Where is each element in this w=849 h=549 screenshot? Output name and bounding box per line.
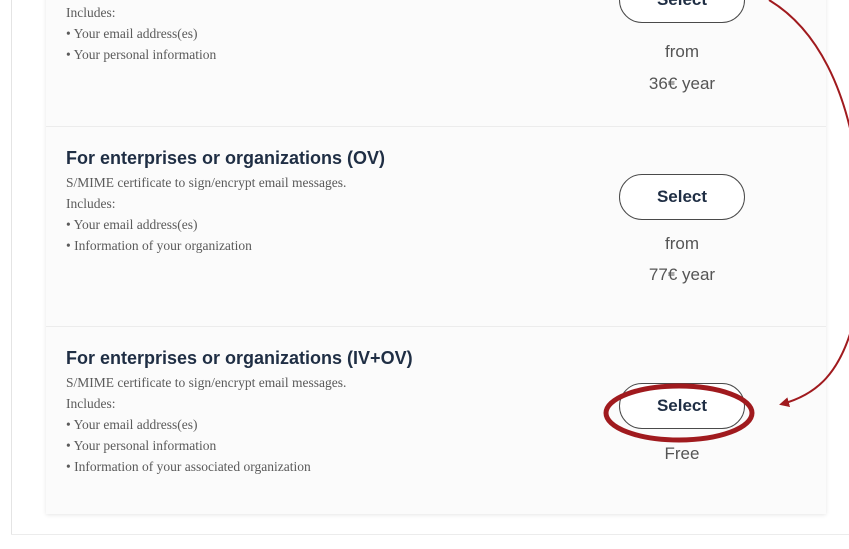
plan-feature-personal-info: • Your personal information: [66, 47, 217, 62]
price-from-label: from: [665, 42, 699, 61]
plan-feature-email: • Your email address(es): [66, 26, 198, 41]
plan-feature-email: • Your email address(es): [66, 217, 198, 232]
plan-individual: Includes: • Your email address(es) • You…: [46, 0, 826, 127]
price-value: 36€ year: [648, 74, 716, 93]
plans-card: Includes: • Your email address(es) • You…: [46, 0, 826, 514]
plan-title: For enterprises or organizations (IV+OV): [66, 348, 413, 368]
select-button-individual[interactable]: Select: [619, 0, 745, 23]
plan-feature-associated-organization: • Information of your associated organiz…: [66, 459, 311, 474]
plan-feature-personal-info: • Your personal information: [66, 438, 217, 453]
select-button-ov[interactable]: Select: [619, 174, 745, 220]
price-from-label: from: [665, 234, 699, 253]
frame-bottom-border: [11, 534, 849, 535]
plan-ov: For enterprises or organizations (OV) S/…: [46, 126, 826, 327]
plan-feature-organization-info: • Information of your organization: [66, 238, 252, 253]
page: Includes: • Your email address(es) • You…: [0, 0, 849, 549]
plan-iv-ov: For enterprises or organizations (IV+OV)…: [46, 326, 826, 514]
plan-feature-email: • Your email address(es): [66, 417, 198, 432]
plan-description: S/MIME certificate to sign/encrypt email…: [66, 175, 347, 190]
price-free-label: Free: [664, 444, 700, 463]
plan-includes-label: Includes:: [66, 5, 116, 20]
plan-includes-label: Includes:: [66, 396, 116, 411]
plan-description: S/MIME certificate to sign/encrypt email…: [66, 375, 347, 390]
select-button-iv-ov[interactable]: Select: [619, 383, 745, 429]
plan-title: For enterprises or organizations (OV): [66, 148, 386, 168]
plan-includes-label: Includes:: [66, 196, 116, 211]
price-value: 77€ year: [648, 265, 716, 284]
frame-left-border: [11, 0, 12, 534]
